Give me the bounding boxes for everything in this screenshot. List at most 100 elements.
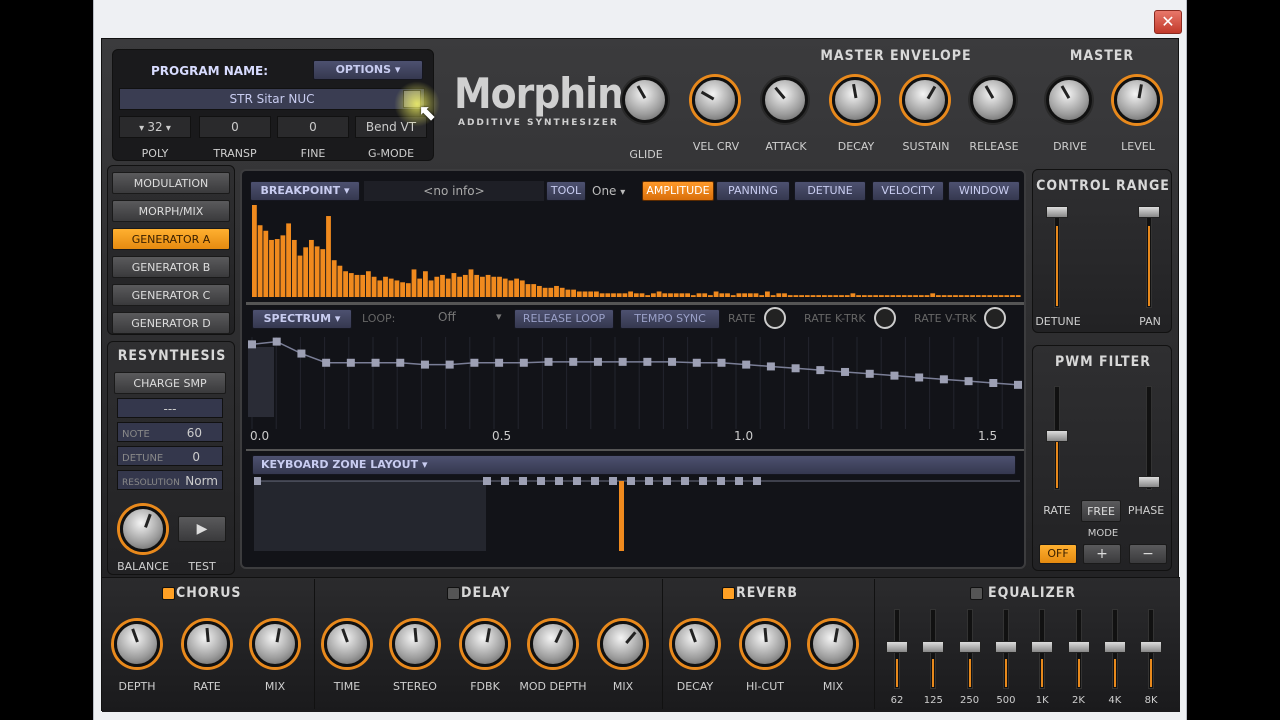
delay-mix-knob[interactable]	[600, 621, 646, 667]
envelope-point[interactable]	[890, 371, 899, 380]
harmonic-bar[interactable]	[462, 274, 468, 297]
drive-knob[interactable]	[1046, 77, 1092, 123]
harmonic-bar[interactable]	[639, 293, 645, 297]
harmonic-bar[interactable]	[770, 295, 776, 297]
poly-field[interactable]: ▾ 32 ▾	[119, 116, 191, 138]
balance-knob[interactable]	[120, 506, 166, 552]
harmonic-bar[interactable]	[890, 295, 896, 297]
harmonic-bar[interactable]	[913, 295, 918, 297]
harmonic-bar[interactable]	[628, 291, 633, 297]
reverb-hi-cut-knob[interactable]	[742, 621, 788, 667]
detune-field[interactable]: DETUNE 0	[117, 446, 223, 466]
mode-plus-button[interactable]: +	[1083, 544, 1121, 564]
harmonic-bar[interactable]	[1004, 295, 1010, 297]
harmonic-bar[interactable]	[941, 295, 947, 297]
harmonic-bar[interactable]	[514, 278, 519, 297]
harmonic-bar[interactable]	[360, 274, 366, 297]
harmonic-bar[interactable]	[537, 285, 542, 297]
harmonic-bar[interactable]	[371, 276, 377, 297]
tempo-sync-button[interactable]: TEMPO SYNC	[620, 309, 720, 329]
harmonic-bar[interactable]	[987, 295, 993, 297]
harmonic-bar[interactable]	[833, 295, 839, 297]
harmonic-bar[interactable]	[548, 287, 554, 297]
harmonic-bar[interactable]	[576, 291, 582, 297]
harmonic-bar[interactable]	[525, 284, 531, 297]
envelope-point[interactable]	[272, 337, 281, 346]
tab-detune[interactable]: DETUNE	[794, 181, 866, 201]
envelope-point[interactable]	[989, 379, 998, 387]
rate-knob[interactable]	[764, 307, 786, 329]
harmonic-bar[interactable]	[388, 278, 394, 297]
tab-velocity[interactable]: VELOCITY	[872, 181, 944, 201]
harmonic-bar[interactable]	[713, 291, 719, 297]
harmonic-bar[interactable]	[348, 273, 354, 297]
harmonic-bar[interactable]	[696, 293, 702, 297]
zone-point[interactable]	[699, 477, 707, 485]
harmonic-bar[interactable]	[839, 295, 844, 297]
spectrum-button[interactable]: SPECTRUM ▾	[252, 309, 352, 329]
harmonic-bar[interactable]	[491, 276, 497, 297]
level-knob[interactable]	[1114, 77, 1160, 123]
fine-field[interactable]: 0	[277, 116, 349, 138]
envelope-point[interactable]	[248, 340, 256, 349]
harmonic-bar[interactable]	[998, 295, 1004, 297]
harmonic-bar[interactable]	[400, 282, 405, 297]
harmonic-bar[interactable]	[616, 293, 622, 297]
harmonic-bar[interactable]	[975, 295, 981, 297]
harmonic-bar[interactable]	[291, 239, 297, 297]
release-loop-button[interactable]: RELEASE LOOP	[514, 309, 614, 329]
zone-point[interactable]	[717, 477, 725, 485]
note-field[interactable]: NOTE 60	[117, 422, 223, 442]
resolution-field[interactable]: RESOLUTION Norm	[117, 470, 223, 490]
envelope-point[interactable]	[618, 357, 627, 366]
harmonic-bar[interactable]	[343, 271, 348, 297]
harmonic-bar[interactable]	[730, 295, 736, 297]
harmonic-bar[interactable]	[816, 295, 822, 297]
harmonic-bar[interactable]	[993, 295, 998, 297]
harmonic-bar[interactable]	[673, 293, 679, 297]
phase-slider[interactable]	[1138, 476, 1160, 488]
envelope-point[interactable]	[470, 358, 479, 367]
envelope-point[interactable]	[1014, 380, 1022, 389]
play-icon[interactable]: ▶	[178, 516, 226, 542]
eq-slider-500[interactable]	[994, 641, 1017, 653]
harmonic-bar[interactable]	[924, 295, 930, 297]
eq-slider-250[interactable]	[958, 641, 981, 653]
harmonic-bar[interactable]	[457, 276, 462, 297]
harmonic-bar[interactable]	[765, 291, 770, 297]
harmonic-bar[interactable]	[428, 280, 434, 297]
harmonic-bar[interactable]	[725, 293, 730, 297]
charge-sample-button[interactable]: CHARGE SMP	[114, 372, 226, 394]
harmonic-bar[interactable]	[879, 295, 884, 297]
free-button[interactable]: FREE	[1081, 500, 1121, 522]
harmonic-bar[interactable]	[827, 295, 833, 297]
zone-point[interactable]	[645, 477, 653, 485]
envelope-point[interactable]	[939, 375, 948, 384]
harmonic-bar[interactable]	[542, 287, 548, 297]
harmonic-bar[interactable]	[622, 293, 628, 297]
led-delay[interactable]	[447, 587, 460, 600]
harmonic-bar[interactable]	[480, 276, 485, 297]
spectrum-envelope-graph[interactable]	[248, 337, 1022, 429]
harmonic-bar[interactable]	[679, 293, 685, 297]
poly-up-icon[interactable]: ▾	[163, 123, 171, 134]
harmonic-bar[interactable]	[685, 293, 690, 297]
zone-point[interactable]	[573, 477, 581, 485]
envelope-point[interactable]	[964, 377, 973, 386]
reverb-decay-knob[interactable]	[672, 621, 718, 667]
tool-button[interactable]: TOOL	[546, 181, 586, 201]
harmonic-bar[interactable]	[274, 239, 280, 297]
harmonic-bar[interactable]	[947, 295, 953, 297]
harmonic-bar[interactable]	[970, 295, 975, 297]
harmonic-bar[interactable]	[257, 225, 263, 297]
chorus-rate-knob[interactable]	[184, 621, 230, 667]
eq-slider-4K[interactable]	[1103, 641, 1126, 653]
harmonic-bar[interactable]	[856, 295, 861, 297]
breakpoint-button[interactable]: BREAKPOINT ▾	[250, 181, 360, 201]
envelope-point[interactable]	[396, 358, 405, 367]
zone-point[interactable]	[537, 477, 545, 485]
envelope-point[interactable]	[371, 358, 380, 367]
harmonic-bar[interactable]	[981, 295, 987, 297]
sidebar-item-generator-b[interactable]: GENERATOR B	[112, 256, 230, 278]
harmonic-bar[interactable]	[759, 295, 765, 297]
